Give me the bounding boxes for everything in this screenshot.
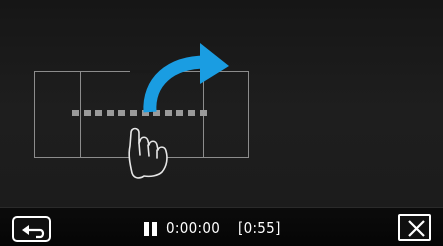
close-button[interactable]: [398, 214, 431, 241]
gesture-guide: [128, 43, 229, 179]
curved-arrow-icon: [143, 43, 229, 113]
playback-toolbar: 0:00:00 [0:55]: [0, 207, 443, 246]
video-playback-screen: 0:00:00 [0:55]: [0, 0, 443, 246]
return-arrow-icon: [22, 225, 45, 239]
hand-pointer-icon: [128, 127, 168, 179]
close-icon: [408, 220, 425, 237]
back-button[interactable]: [12, 216, 51, 242]
pause-icon[interactable]: [144, 222, 157, 236]
elapsed-time: 0:00:00: [166, 219, 221, 237]
total-time: [0:55]: [238, 219, 281, 237]
